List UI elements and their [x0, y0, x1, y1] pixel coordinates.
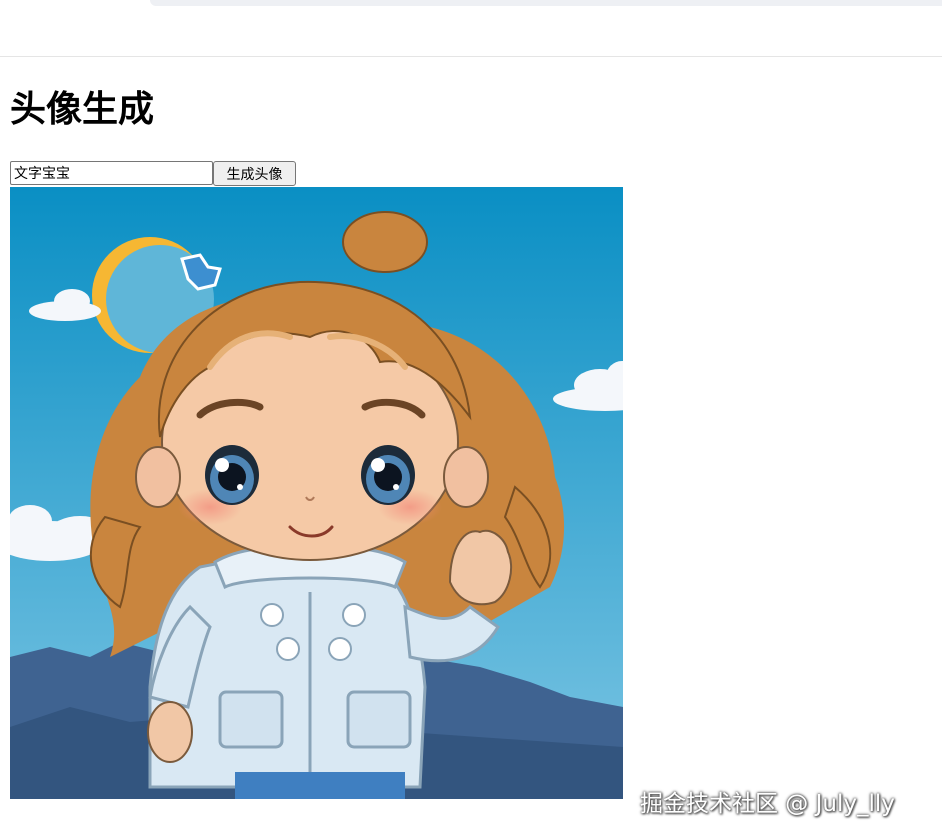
- browser-address-bar-edge: [150, 0, 942, 6]
- avatar-form: 生成头像: [10, 161, 296, 186]
- avatar-text-input[interactable]: [10, 161, 213, 185]
- top-divider: [0, 56, 942, 57]
- page-title: 头像生成: [10, 89, 155, 130]
- generate-avatar-button[interactable]: 生成头像: [213, 161, 296, 186]
- watermark-text: 掘金技术社区 @ July_lly: [640, 791, 895, 817]
- generated-avatar-image: [10, 187, 623, 799]
